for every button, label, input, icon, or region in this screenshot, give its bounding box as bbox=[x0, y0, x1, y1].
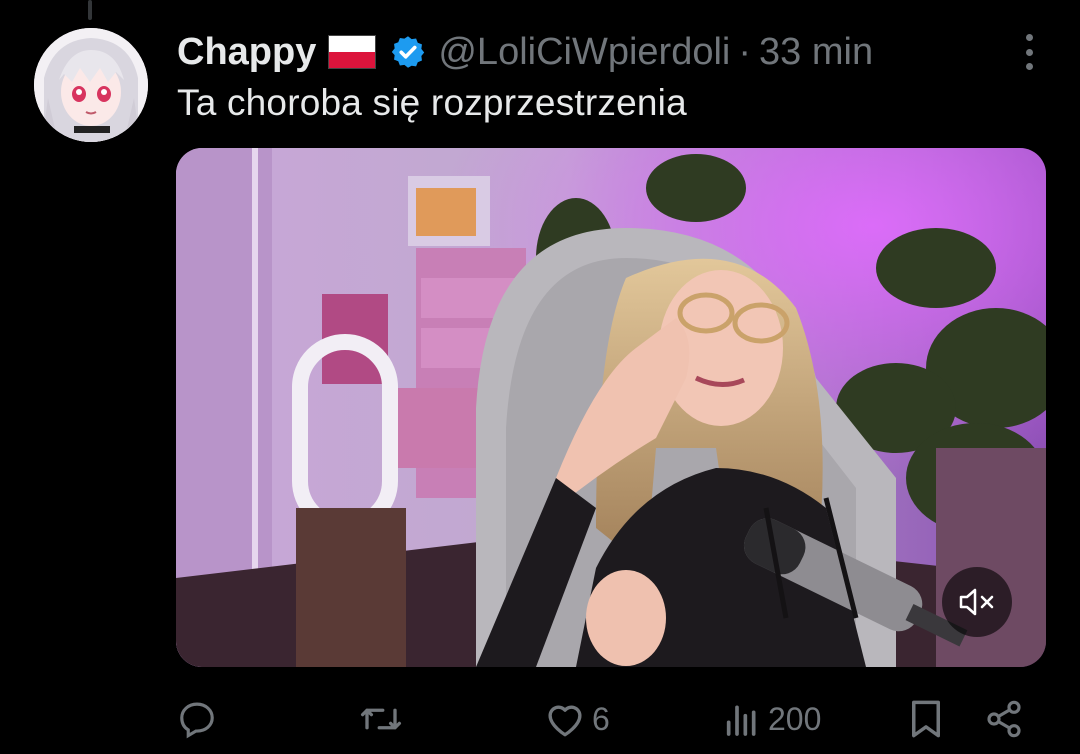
separator-dot: · bbox=[738, 30, 752, 73]
retweet-button[interactable] bbox=[358, 694, 404, 744]
reply-button[interactable] bbox=[176, 694, 218, 744]
timestamp[interactable]: 33 min bbox=[759, 31, 873, 74]
more-dot bbox=[1025, 63, 1033, 70]
more-options-icon[interactable] bbox=[1022, 34, 1036, 70]
retweet-icon bbox=[360, 708, 402, 730]
heart-icon bbox=[548, 705, 582, 737]
share-icon bbox=[987, 700, 1021, 738]
display-name[interactable]: Chappy bbox=[177, 31, 316, 74]
video-frame bbox=[176, 148, 1046, 667]
tweet-header: Chappy @LoliCiWpierdoli · 33 min bbox=[177, 28, 1040, 76]
video-player[interactable] bbox=[176, 148, 1046, 667]
like-button[interactable]: 6 bbox=[544, 694, 610, 744]
more-dot bbox=[1025, 34, 1033, 41]
bookmark-icon bbox=[912, 700, 940, 738]
user-handle[interactable]: @LoliCiWpierdoli bbox=[438, 31, 730, 74]
share-button[interactable] bbox=[984, 694, 1024, 744]
views-icon bbox=[726, 705, 756, 736]
poland-flag-icon bbox=[328, 35, 377, 69]
avatar-image bbox=[34, 28, 148, 142]
avatar[interactable] bbox=[34, 28, 148, 142]
verified-badge-icon[interactable] bbox=[390, 34, 426, 70]
views-button[interactable]: 200 bbox=[722, 694, 821, 744]
reply-icon bbox=[180, 702, 214, 739]
tweet-actions-bar: 6 200 bbox=[176, 694, 1028, 744]
more-dot bbox=[1025, 48, 1033, 56]
bookmark-button[interactable] bbox=[908, 694, 944, 744]
views-count: 200 bbox=[768, 700, 822, 737]
mute-toggle-button[interactable] bbox=[942, 567, 1012, 637]
speaker-muted-icon bbox=[959, 588, 994, 616]
tweet-text: Ta choroba się rozprzestrzenia bbox=[177, 82, 687, 123]
like-count: 6 bbox=[592, 700, 610, 737]
thread-connector-line bbox=[88, 0, 92, 20]
